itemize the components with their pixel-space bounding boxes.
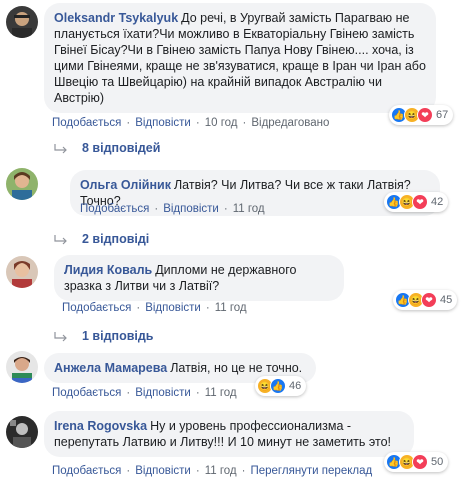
comment-5: Irena Rogovska Ну и уровень профессионали… — [0, 410, 467, 480]
avatar[interactable] — [6, 256, 38, 288]
avatar[interactable] — [6, 168, 38, 200]
comment-author[interactable]: Irena Rogovska — [54, 419, 147, 433]
comment-author[interactable]: Oleksandr Tsykalyuk — [54, 11, 178, 25]
reaction-count: 50 — [431, 456, 444, 468]
reaction-count: 46 — [289, 380, 302, 392]
comment-3: Лидия Коваль Дипломи не державного зразка… — [0, 250, 467, 345]
reaction-count: 45 — [440, 294, 453, 306]
comment-actions: Подобається · Відповісти · 11 год — [62, 302, 247, 314]
separator: · — [242, 117, 247, 129]
comment-bubble: Irena Rogovska Ну и уровень профессионали… — [44, 411, 414, 457]
comment-author[interactable]: Лидия Коваль — [64, 263, 152, 277]
separator: · — [195, 117, 200, 129]
avatar[interactable] — [6, 416, 38, 448]
reply-link[interactable]: Відповісти — [163, 203, 219, 215]
timestamp[interactable]: 11 год — [233, 203, 265, 215]
like-reaction-icon: 👍 — [270, 378, 286, 394]
comment-1: Oleksandr Tsykalyuk До речі, в Уругвай за… — [0, 0, 467, 155]
love-reaction-icon: ❤ — [412, 194, 428, 210]
reply-arrow-icon — [54, 234, 68, 245]
like-link[interactable]: Подобається — [52, 117, 121, 129]
separator: · — [126, 117, 131, 129]
reaction-count: 42 — [431, 196, 444, 208]
replies-count[interactable]: 1 відповідь — [82, 329, 153, 343]
view-replies-link[interactable]: 2 відповіді — [54, 232, 149, 246]
like-link[interactable]: Подобається — [80, 203, 149, 215]
like-link[interactable]: Подобається — [52, 387, 121, 399]
reactions-summary[interactable]: 👍 😆 ❤ 42 — [384, 192, 449, 212]
separator: · — [205, 302, 210, 314]
separator: · — [241, 465, 246, 477]
reply-link[interactable]: Відповісти — [135, 387, 191, 399]
reaction-count: 67 — [436, 109, 449, 121]
comment-2: Ольга Олійник Латвія? Чи Литва? Чи все ж … — [0, 160, 467, 246]
comment-author[interactable]: Анжела Мамарева — [54, 361, 167, 375]
comment-actions: Подобається · Відповісти · 11 год · Переглянут… — [52, 465, 372, 477]
timestamp[interactable]: 11 год — [205, 465, 237, 477]
comment-author[interactable]: Ольга Олійник — [80, 178, 171, 192]
love-reaction-icon: ❤ — [412, 454, 428, 470]
separator: · — [195, 465, 200, 477]
comment-text: До речі, в Уругвай замість Парагваю не п… — [54, 11, 426, 105]
avatar[interactable] — [6, 6, 38, 38]
like-link[interactable]: Подобається — [62, 302, 131, 314]
comment-actions: Подобається · Відповісти · 10 год · Відредагов… — [52, 117, 329, 129]
separator: · — [126, 465, 131, 477]
reactions-summary[interactable]: 👍 😆 ❤ 50 — [384, 452, 449, 472]
timestamp[interactable]: 10 год — [205, 117, 238, 129]
reply-arrow-icon — [54, 331, 68, 342]
like-link[interactable]: Подобається — [52, 465, 121, 477]
comment-actions: Подобається · Відповісти · 11 год — [52, 387, 237, 399]
timestamp[interactable]: 11 год — [215, 302, 247, 314]
separator: · — [154, 203, 159, 215]
reply-arrow-icon — [54, 143, 68, 154]
edited-label: Відредаговано — [251, 117, 330, 129]
view-replies-link[interactable]: 1 відповідь — [54, 329, 153, 343]
separator: · — [136, 302, 141, 314]
replies-count[interactable]: 2 відповіді — [82, 232, 149, 246]
timestamp[interactable]: 11 год — [205, 387, 237, 399]
comment-text: Латвія, но це не точно. — [170, 361, 303, 375]
avatar[interactable] — [6, 351, 38, 383]
reply-link[interactable]: Відповісти — [135, 117, 191, 129]
love-reaction-icon: ❤ — [421, 292, 437, 308]
replies-count[interactable]: 8 відповідей — [82, 141, 160, 155]
see-translation-link[interactable]: Переглянути переклад — [250, 465, 372, 477]
reply-link[interactable]: Відповісти — [135, 465, 191, 477]
comment-actions: Подобається · Відповісти · 11 год — [80, 203, 265, 215]
love-reaction-icon: ❤ — [417, 107, 433, 123]
comment-bubble: Oleksandr Tsykalyuk До речі, в Уругвай за… — [44, 3, 436, 113]
view-replies-link[interactable]: 8 відповідей — [54, 141, 160, 155]
comment-bubble: Лидия Коваль Дипломи не державного зразка… — [54, 255, 344, 301]
reactions-summary[interactable]: 👍 😆 ❤ 67 — [389, 105, 454, 125]
separator: · — [223, 203, 228, 215]
reply-link[interactable]: Відповісти — [145, 302, 201, 314]
comment-4: Анжела Мамарева Латвія, но це не точно. 😆… — [0, 345, 467, 400]
reactions-summary[interactable]: 👍 😆 ❤ 45 — [393, 290, 458, 310]
reactions-summary[interactable]: 😆 👍 46 — [255, 376, 307, 396]
separator: · — [126, 387, 131, 399]
separator: · — [195, 387, 200, 399]
